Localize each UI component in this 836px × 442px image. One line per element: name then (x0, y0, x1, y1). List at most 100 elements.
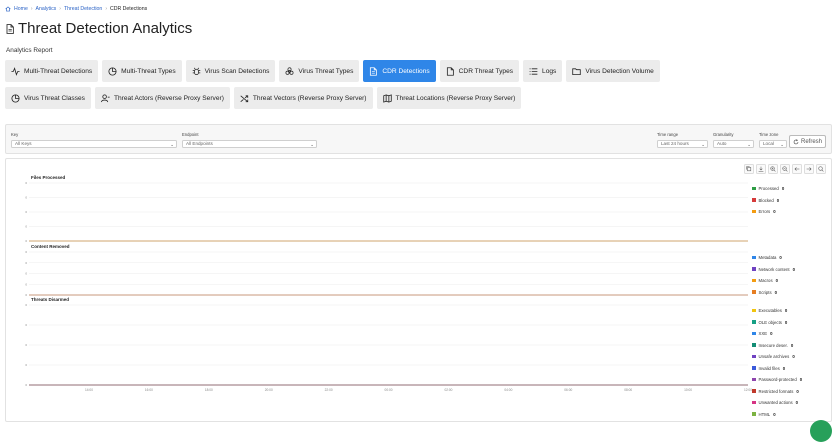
chevron-down-icon: ⌄ (701, 142, 705, 147)
legend-label: Executables (758, 308, 782, 313)
key-label: Key (11, 132, 19, 137)
breadcrumb-analytics[interactable]: Analytics (36, 6, 57, 12)
tab-threat-actors-reverse-proxy-server[interactable]: Threat Actors (Reverse Proxy Server) (94, 87, 230, 109)
tab-multi-threat-detections[interactable]: Multi-Threat Detections (5, 60, 99, 82)
legend-label: Password-protected (758, 377, 797, 382)
legend-swatch (752, 308, 756, 313)
x-tick-label: 22:00 (325, 388, 333, 392)
legend-swatch (752, 400, 756, 405)
map-icon (382, 93, 392, 103)
time-range-label: Time range (657, 132, 679, 137)
legend-item[interactable]: Metadata 0 (752, 255, 782, 260)
legend-item[interactable]: Restricted formats 0 (752, 389, 799, 394)
x-tick-label: 12:00 (744, 388, 752, 392)
folder-icon (572, 67, 582, 75)
x-tick-label: 16:00 (145, 388, 153, 392)
y-tick-label: 0 (25, 239, 27, 243)
legend-label: Macros (758, 278, 773, 283)
legend-total: 0 (779, 255, 782, 260)
y-tick-label: 0 (25, 272, 27, 276)
timezone-select[interactable]: Local ⌄ (759, 140, 787, 148)
chevron-down-icon: ⌄ (170, 142, 174, 147)
chevron-down-icon: ⌄ (747, 142, 751, 147)
x-tick-label: 04:00 (504, 388, 512, 392)
pie-chart-icon (11, 93, 20, 103)
breadcrumb: Home › Analytics › Threat Detection › CD… (5, 6, 147, 12)
legend-label: Restricted formats (758, 388, 794, 394)
legend-item[interactable]: OLE objects 0 (752, 320, 787, 325)
chart-panel-title: Files Processed (31, 175, 66, 180)
x-tick-label: 06:00 (564, 388, 572, 392)
tab-cdr-threat-types[interactable]: CDR Threat Types (439, 60, 520, 82)
legend-label: Metadata (758, 255, 777, 260)
report-tabs: Multi-Threat Detections Multi-Threat Type… (5, 60, 745, 109)
legend-total: 0 (774, 289, 778, 295)
tab-virus-threat-types[interactable]: Virus Threat Types (279, 60, 360, 82)
tab-virus-threat-classes[interactable]: Virus Threat Classes (5, 87, 91, 109)
legend-label: Unwanted actions (758, 400, 793, 405)
legend-item[interactable]: Executables 0 (752, 308, 787, 313)
legend-item[interactable]: Network content 0 (752, 267, 795, 272)
legend-item[interactable]: Password-protected 0 (752, 377, 802, 382)
breadcrumb-home[interactable]: Home (14, 6, 28, 12)
breadcrumb-threat-detection[interactable]: Threat Detection (64, 6, 102, 12)
legend-item[interactable]: Blocked 0 (752, 198, 779, 203)
refresh-button[interactable]: Refresh (789, 135, 826, 148)
file-icon (446, 66, 454, 76)
tab-virus-scan-detections[interactable]: Virus Scan Detections (185, 60, 276, 82)
endpoint-select[interactable]: All Endpoints ⌄ (182, 140, 317, 148)
x-tick-label: 14:00 (85, 388, 93, 392)
legend-item[interactable]: Unwanted actions 0 (752, 400, 798, 405)
granularity-select-value: Auto (717, 141, 727, 146)
legend-total: 0 (795, 400, 799, 405)
legend-swatch (752, 343, 756, 347)
legend-label: HTML (758, 411, 771, 417)
legend-total: 0 (775, 278, 778, 283)
endpoint-label: Endpoint (182, 132, 199, 137)
legend-item[interactable]: Processed 0 (752, 186, 784, 191)
legend-item[interactable]: Errors 0 (752, 209, 776, 214)
legend-total: 0 (792, 354, 795, 359)
granularity-select[interactable]: Auto ⌄ (713, 140, 754, 148)
y-tick-label: 0 (25, 363, 27, 367)
tab-threat-locations-reverse-proxy-server[interactable]: Threat Locations (Reverse Proxy Server) (376, 87, 522, 109)
legend-swatch (752, 354, 756, 359)
breadcrumb-current: CDR Detections (109, 6, 148, 12)
tab-label: Virus Scan Detections (204, 67, 270, 75)
legend-total: 0 (773, 209, 776, 214)
legend-total: 0 (773, 411, 776, 417)
tab-threat-vectors-reverse-proxy-server[interactable]: Threat Vectors (Reverse Proxy Server) (233, 87, 373, 109)
y-tick-label: 0 (25, 196, 27, 200)
legend-label: Network content (758, 266, 790, 272)
x-tick-label: 00:00 (385, 388, 393, 392)
y-tick-label: 0 (25, 225, 27, 229)
legend-label: Unsafe archives (758, 354, 790, 359)
tab-label: Multi-Threat Types (121, 67, 176, 75)
chevron-down-icon: ⌄ (310, 142, 314, 147)
legend-item[interactable]: HTML 0 (752, 412, 776, 417)
legend-item[interactable]: Macros 0 (752, 278, 778, 283)
legend-label: OLE objects (758, 319, 782, 325)
breadcrumb-separator: › (105, 6, 107, 12)
legend-item[interactable]: Unsafe archives 0 (752, 354, 795, 359)
tab-label: Threat Locations (Reverse Proxy Server) (395, 94, 516, 102)
tab-logs[interactable]: Logs (523, 60, 563, 82)
tab-multi-threat-types[interactable]: Multi-Threat Types (102, 60, 182, 82)
legend-item[interactable]: Insecure deser. 0 (752, 343, 793, 348)
key-select[interactable]: All Keys ⌄ (11, 140, 177, 148)
chat-fab-button[interactable] (810, 420, 832, 442)
tab-virus-detection-volume[interactable]: Virus Detection Volume (566, 60, 660, 82)
legend-item[interactable]: XXE 0 (752, 331, 773, 336)
x-tick-label: 02:00 (444, 388, 452, 392)
legend-item[interactable]: Invalid files 0 (752, 366, 785, 371)
tab-cdr-detections[interactable]: CDR Detections (363, 60, 436, 82)
activity-icon (11, 66, 20, 76)
legend-label: Invalid files (758, 365, 780, 371)
legend-total: 0 (784, 319, 788, 325)
legend-total: 0 (776, 197, 780, 203)
time-range-select[interactable]: Last 24 hours ⌄ (657, 140, 708, 148)
legend-label: XXE (758, 331, 768, 336)
legend-swatch (752, 198, 756, 202)
legend-item[interactable]: Scripts 0 (752, 290, 777, 295)
legend-total: 0 (790, 342, 794, 348)
